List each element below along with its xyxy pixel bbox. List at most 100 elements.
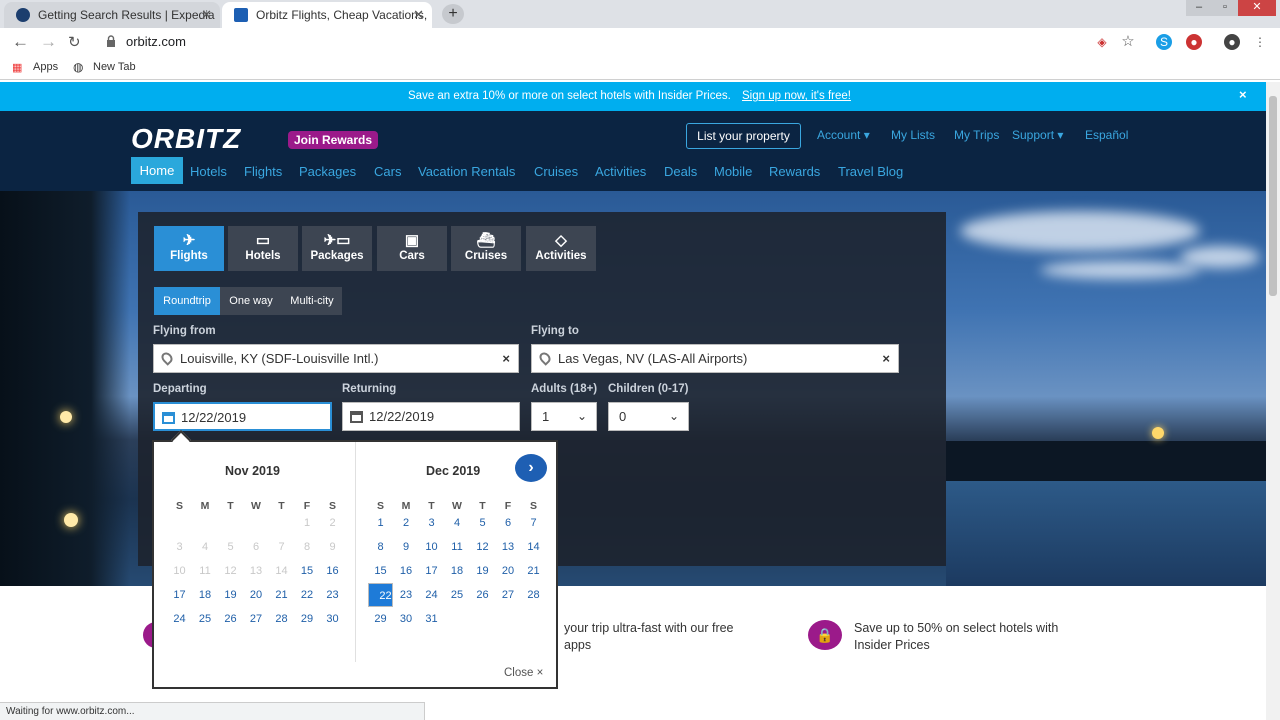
- bookmark-new-tab[interactable]: New Tab: [93, 61, 136, 73]
- next-month-button[interactable]: ›: [515, 454, 547, 482]
- nav-activities[interactable]: Activities: [595, 164, 646, 179]
- nav-hotels[interactable]: Hotels: [190, 164, 227, 179]
- calendar-day[interactable]: 13: [496, 535, 521, 559]
- calendar-day[interactable]: 17: [419, 559, 444, 583]
- nav-packages[interactable]: Packages: [299, 164, 356, 179]
- scrollbar-thumb[interactable]: [1269, 96, 1277, 296]
- calendar-day[interactable]: 25: [193, 607, 218, 631]
- promo-signup-link[interactable]: Sign up now, it's free!: [742, 90, 851, 102]
- close-tab-icon[interactable]: ✕: [201, 7, 212, 23]
- nav-travel-blog[interactable]: Travel Blog: [838, 164, 903, 179]
- join-rewards-button[interactable]: Join Rewards: [288, 131, 379, 149]
- forward-icon[interactable]: →: [40, 32, 57, 52]
- maximize-icon[interactable]: ▫: [1212, 0, 1238, 16]
- calendar-day[interactable]: 23: [320, 583, 345, 607]
- calendar-day[interactable]: 26: [218, 607, 243, 631]
- my-trips-link[interactable]: My Trips: [954, 128, 999, 142]
- tab-activities[interactable]: ◇ Activities: [526, 226, 596, 271]
- calendar-day[interactable]: 27: [496, 583, 521, 607]
- page-scrollbar[interactable]: [1266, 82, 1280, 720]
- calendar-day[interactable]: 24: [419, 583, 444, 607]
- departing-date-input[interactable]: 12/22/2019: [153, 402, 332, 431]
- tab-hotels[interactable]: ▭ Hotels: [228, 226, 298, 271]
- tab-packages[interactable]: ✈▭ Packages: [302, 226, 372, 271]
- calendar-day[interactable]: 30: [394, 607, 419, 631]
- nav-vacation-rentals[interactable]: Vacation Rentals: [418, 164, 515, 179]
- promo-close-icon[interactable]: ×: [1239, 87, 1247, 102]
- skype-icon[interactable]: S: [1156, 34, 1172, 50]
- children-select[interactable]: 0 ⌄: [608, 402, 689, 431]
- orbitz-logo[interactable]: ORBITZ: [131, 123, 241, 155]
- calendar-day[interactable]: 27: [244, 607, 269, 631]
- browser-tab-orbitz[interactable]: Orbitz Flights, Cheap Vacations, ✕: [222, 2, 432, 28]
- my-lists-link[interactable]: My Lists: [891, 128, 935, 142]
- calendar-day[interactable]: 5: [470, 511, 495, 535]
- calendar-day[interactable]: 20: [496, 559, 521, 583]
- calendar-day[interactable]: 2: [394, 511, 419, 535]
- calendar-day[interactable]: 4: [445, 511, 470, 535]
- calendar-day[interactable]: 16: [320, 559, 345, 583]
- account-menu[interactable]: Account ▾: [817, 128, 870, 142]
- clear-icon[interactable]: ×: [502, 345, 510, 372]
- calendar-day[interactable]: 19: [218, 583, 243, 607]
- clear-icon[interactable]: ×: [882, 345, 890, 372]
- support-menu[interactable]: Support ▾: [1012, 128, 1063, 142]
- flying-to-input[interactable]: Las Vegas, NV (LAS-All Airports) ×: [531, 344, 899, 373]
- calendar-day[interactable]: 23: [394, 583, 419, 607]
- nav-mobile[interactable]: Mobile: [714, 164, 752, 179]
- calendar-day[interactable]: 25: [445, 583, 470, 607]
- calendar-day[interactable]: 20: [244, 583, 269, 607]
- calendar-day[interactable]: 28: [521, 583, 546, 607]
- calendar-day[interactable]: 8: [368, 535, 393, 559]
- tab-flights[interactable]: ✈ Flights: [154, 226, 224, 271]
- menu-icon[interactable]: ⋮: [1252, 34, 1268, 50]
- flying-from-input[interactable]: Louisville, KY (SDF-Louisville Intl.) ×: [153, 344, 519, 373]
- calendar-day[interactable]: 30: [320, 607, 345, 631]
- calendar-day[interactable]: 7: [521, 511, 546, 535]
- nav-deals[interactable]: Deals: [664, 164, 697, 179]
- star-icon[interactable]: ☆: [1120, 34, 1136, 50]
- calendar-day[interactable]: 22: [368, 583, 393, 607]
- calendar-day[interactable]: 29: [368, 607, 393, 631]
- calendar-day[interactable]: 9: [394, 535, 419, 559]
- calendar-day[interactable]: 22: [295, 583, 320, 607]
- calendar-day[interactable]: 21: [269, 583, 294, 607]
- close-window-icon[interactable]: ✕: [1238, 0, 1276, 16]
- reload-icon[interactable]: ↻: [68, 33, 81, 51]
- tab-cruises[interactable]: ⛴ Cruises: [451, 226, 521, 271]
- tab-cars[interactable]: ▣ Cars: [377, 226, 447, 271]
- site-settings-icon[interactable]: ◈: [1094, 34, 1110, 50]
- calendar-day[interactable]: 10: [419, 535, 444, 559]
- calendar-day[interactable]: 18: [445, 559, 470, 583]
- extension-icon[interactable]: ●: [1186, 34, 1202, 50]
- calendar-day[interactable]: 29: [295, 607, 320, 631]
- bookmark-apps[interactable]: Apps: [33, 61, 58, 73]
- trip-one-way[interactable]: One way: [220, 287, 282, 315]
- calendar-day[interactable]: 6: [496, 511, 521, 535]
- calendar-day[interactable]: 18: [193, 583, 218, 607]
- trip-roundtrip[interactable]: Roundtrip: [154, 287, 220, 315]
- nav-flights[interactable]: Flights: [244, 164, 282, 179]
- browser-tab-expedia[interactable]: Getting Search Results | Expedia ✕: [4, 2, 220, 28]
- returning-date-input[interactable]: 12/22/2019: [342, 402, 520, 431]
- calendar-day[interactable]: 26: [470, 583, 495, 607]
- new-tab-button[interactable]: +: [442, 4, 464, 24]
- address-bar[interactable]: orbitz.com: [126, 34, 186, 49]
- list-property-button[interactable]: List your property: [686, 123, 801, 149]
- profile-icon[interactable]: ●: [1224, 34, 1240, 50]
- calendar-day[interactable]: 15: [295, 559, 320, 583]
- calendar-day[interactable]: 17: [167, 583, 192, 607]
- calendar-day[interactable]: 3: [419, 511, 444, 535]
- nav-home[interactable]: Home: [131, 157, 183, 184]
- calendar-day[interactable]: 16: [394, 559, 419, 583]
- nav-cars[interactable]: Cars: [374, 164, 401, 179]
- close-tab-icon[interactable]: ✕: [413, 7, 424, 23]
- minimize-icon[interactable]: –: [1186, 0, 1212, 16]
- back-icon[interactable]: ←: [12, 32, 29, 52]
- trip-multi-city[interactable]: Multi-city: [282, 287, 342, 315]
- calendar-day[interactable]: 28: [269, 607, 294, 631]
- calendar-day[interactable]: 31: [419, 607, 444, 631]
- calendar-day[interactable]: 15: [368, 559, 393, 583]
- calendar-day[interactable]: 19: [470, 559, 495, 583]
- nav-cruises[interactable]: Cruises: [534, 164, 578, 179]
